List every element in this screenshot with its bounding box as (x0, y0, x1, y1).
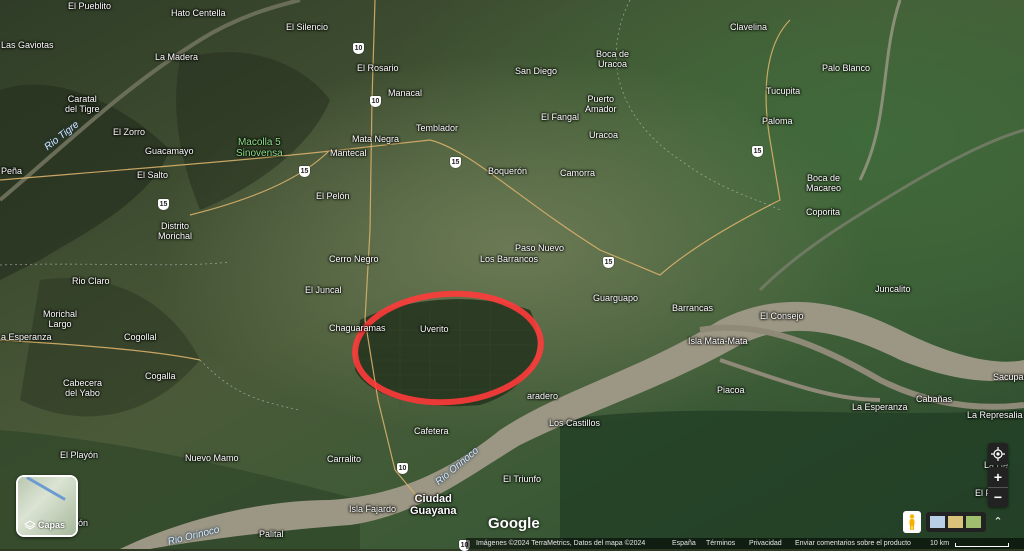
imagery-attribution: Imágenes ©2024 TerraMetrics, Datos del m… (476, 540, 646, 547)
place-label: El Fangal (541, 112, 580, 122)
place-label: Paloma (762, 116, 793, 126)
place-label: Coporita (806, 207, 841, 217)
place-label: El Pueblito (68, 1, 112, 11)
place-label: Tucupita (766, 86, 801, 96)
place-label: Paso Nuevo (515, 243, 565, 253)
place-label: Nuevo Mamo (185, 453, 239, 463)
place-label: Boca de Uracoa (596, 49, 630, 69)
place-label: Manacal (388, 88, 423, 98)
place-label: El Zorro (113, 127, 146, 137)
place-label: Cogalla (145, 371, 176, 381)
place-label: aradero (527, 391, 559, 401)
route-shield: 10 (370, 96, 381, 107)
layers-label: Capas (38, 520, 66, 530)
route-shield: 15 (450, 157, 461, 168)
feedback-link[interactable]: Enviar comentarios sobre el producto (795, 538, 911, 549)
place-label: Juncalito (875, 284, 911, 294)
street-view-pegman[interactable] (903, 511, 921, 533)
place-label: El Playón (60, 450, 99, 460)
place-label: Camorra (560, 168, 596, 178)
route-shield: 10 (397, 463, 408, 474)
google-logo: Google (488, 515, 540, 532)
place-label: Mantecal (330, 148, 367, 158)
place-label: Cabañas (916, 394, 953, 404)
place-label: Los Castillos (549, 418, 601, 428)
place-label: Carralito (327, 454, 362, 464)
place-label: Boca de Macareo (806, 173, 842, 193)
place-label: Rio Claro (72, 276, 110, 286)
place-label: Guarguapo (593, 293, 639, 303)
place-label: Uracoa (589, 130, 619, 140)
place-label: Cogollal (124, 332, 157, 342)
country-link[interactable]: España (672, 538, 696, 549)
my-location-button[interactable] (988, 443, 1008, 465)
place-label: El Juncal (305, 285, 342, 295)
place-label: Distrito Morichal (158, 221, 193, 241)
place-label: Peña (1, 166, 23, 176)
route-shield: 15 (158, 199, 169, 210)
place-label: Morichal Largo (43, 309, 78, 329)
place-label: a Esperanza (1, 332, 52, 342)
place-label: El Salto (137, 170, 169, 180)
place-label: Isla Fajardo (349, 504, 397, 514)
terms-link[interactable]: Términos (706, 538, 735, 549)
route-shield: 15 (299, 166, 310, 177)
expand-icon[interactable]: ⌃ (990, 512, 1006, 532)
place-label: Cafetera (414, 426, 449, 436)
place-label: Las Gaviotas (1, 40, 54, 50)
privacy-link[interactable]: Privacidad (749, 538, 782, 549)
place-label: La Represalia (967, 410, 1023, 420)
route-shield: 15 (752, 146, 763, 157)
place-label: Cerro Negro (329, 254, 379, 264)
zoom-out-button[interactable]: − (988, 487, 1008, 508)
place-label-city: Ciudad Guayana (410, 493, 457, 517)
scale-label[interactable]: 10 km (930, 538, 949, 549)
layers-icon (24, 520, 36, 530)
route-shield: 15 (603, 257, 614, 268)
place-label: Macolla 5 Sinovensa (236, 137, 283, 159)
place-label: El Triunfo (503, 474, 542, 484)
place-label: La Madera (155, 52, 199, 62)
map-type-strip[interactable] (926, 512, 986, 532)
place-label: Mata Negra (352, 134, 400, 144)
place-label: Isla Mata-Mata (688, 336, 748, 346)
place-label: El Consejo (760, 311, 804, 321)
place-label: Palo Blanco (822, 63, 871, 73)
place-label: Clavelina (730, 22, 768, 32)
place-label: Chaguaramas (329, 323, 386, 333)
place-label: La Esperanza (852, 402, 908, 412)
place-label: El Pelón (316, 191, 350, 201)
place-label: El Silencio (286, 22, 329, 32)
scale-bar (955, 543, 1009, 547)
zoom-in-button[interactable]: + (988, 467, 1008, 487)
place-label: Piacoa (717, 385, 745, 395)
route-shield: 10 (353, 43, 364, 54)
place-label: Palital (259, 529, 284, 539)
satellite-thumbnail[interactable] (948, 516, 963, 528)
place-label: Puerto Amador (585, 94, 617, 114)
place-label: Caratal del Tigre (65, 94, 100, 114)
place-label: Los Barrancos (480, 254, 539, 264)
place-label: Temblador (416, 123, 459, 133)
place-label: Cabecera del Yabo (63, 378, 103, 398)
terrain-thumbnail[interactable] (930, 516, 945, 528)
place-label: Boquerón (488, 166, 528, 176)
place-label: Guacamayo (145, 146, 194, 156)
place-label: Barrancas (672, 303, 714, 313)
layers-button[interactable]: Capas (16, 475, 78, 537)
place-label: Hato Centella (171, 8, 226, 18)
place-label: Uverito (420, 324, 449, 334)
zoom-controls: + − (988, 467, 1008, 507)
streetview-thumbnail[interactable] (966, 516, 981, 528)
pegman-icon (909, 514, 915, 530)
place-label: Sacupar (993, 372, 1024, 382)
place-label: San Diego (515, 66, 558, 76)
location-target-icon (991, 447, 1005, 461)
satellite-map[interactable] (0, 0, 1024, 549)
place-label: El Rosario (357, 63, 399, 73)
attribution-bar: Imágenes ©2024 TerraMetrics, Datos del m… (466, 538, 1024, 549)
